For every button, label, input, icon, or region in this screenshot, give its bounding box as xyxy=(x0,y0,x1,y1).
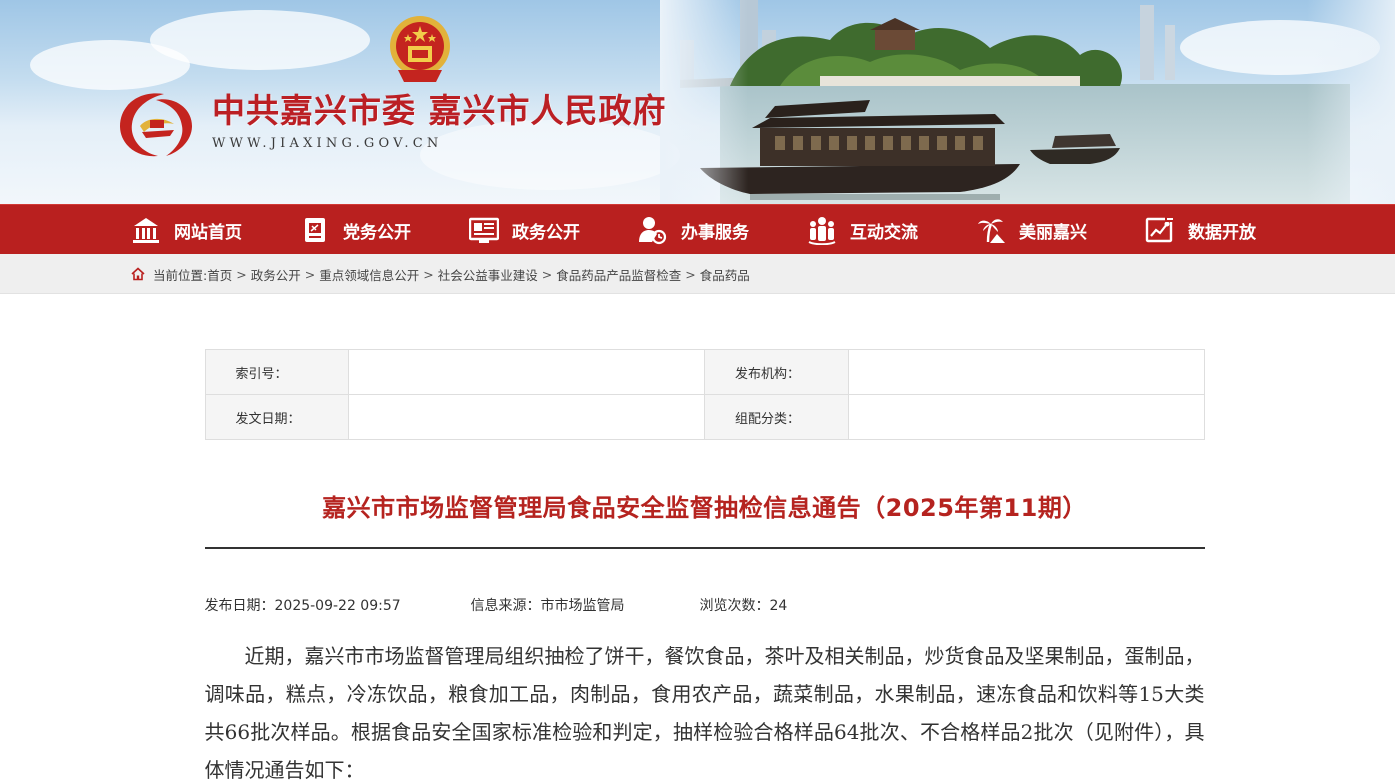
palm-tree-icon xyxy=(978,219,1005,243)
article-paragraph: 近期，嘉兴市市场监督管理局组织抽检了饼干，餐饮食品，茶叶及相关制品，炒货食品及坚… xyxy=(204,644,1205,782)
nav-item-services[interactable]: 办事服务 xyxy=(638,205,749,255)
article-title: 嘉兴市市场监督管理局食品安全监督抽检信息通告（2025年第11期） xyxy=(204,488,1205,549)
breadcrumb-link-food-drug[interactable]: 食品药品 xyxy=(700,265,750,284)
breadcrumb-separator: > xyxy=(423,266,434,282)
main-content: 索引号： 发布机构： 发文日期： 组配分类： 嘉兴市市场监督管理局食品安全监督抽… xyxy=(204,349,1205,783)
nav-item-beautiful-jiaxing[interactable]: 美丽嘉兴 xyxy=(976,205,1087,255)
building-icon xyxy=(133,218,159,243)
cloud-decoration xyxy=(30,40,190,90)
nav-item-home[interactable]: 网站首页 xyxy=(131,205,242,255)
nav-item-open-data[interactable]: 数据开放 xyxy=(1145,205,1256,255)
home-icon xyxy=(131,267,145,281)
publisher-label: 发布机构： xyxy=(703,349,849,395)
publisher-value xyxy=(847,349,1205,395)
breadcrumb-prefix: 当前位置: xyxy=(153,267,208,283)
site-url: WWW.JIAXING.GOV.CN xyxy=(212,136,443,151)
party-flag-icon xyxy=(305,218,325,242)
site-banner: 中共嘉兴市委 嘉兴市人民政府 WWW.JIAXING.GOV.CN xyxy=(0,0,1395,204)
document-board-icon xyxy=(469,217,499,243)
breadcrumb-link-government-affairs[interactable]: 政务公开 xyxy=(251,265,301,284)
data-chart-icon xyxy=(1145,216,1174,243)
category-label: 组配分类： xyxy=(703,394,849,440)
nav-item-interaction[interactable]: 互动交流 xyxy=(807,205,918,255)
breadcrumb-link-public-welfare[interactable]: 社会公益事业建设 xyxy=(438,265,538,284)
breadcrumb-separator: > xyxy=(236,266,247,282)
breadcrumb: 当前位置: 首页 > 政务公开 > 重点领域信息公开 > 社会公益事业建设 > … xyxy=(131,254,1395,294)
document-meta-table: 索引号： 发布机构： 发文日期： 组配分类： xyxy=(204,349,1205,440)
site-title: 中共嘉兴市委 嘉兴市人民政府 xyxy=(212,91,667,130)
breadcrumb-link-key-areas[interactable]: 重点领域信息公开 xyxy=(319,265,419,284)
meta-row: 发文日期： 组配分类： xyxy=(204,394,1205,440)
meta-row: 索引号： 发布机构： xyxy=(204,349,1205,395)
nav-label: 党务公开 xyxy=(343,222,411,243)
breadcrumb-separator: > xyxy=(685,266,696,282)
nav-label: 办事服务 xyxy=(681,222,749,243)
national-emblem-icon xyxy=(386,12,454,86)
breadcrumb-bar: 当前位置: 首页 > 政务公开 > 重点领域信息公开 > 社会公益事业建设 > … xyxy=(0,254,1395,294)
nav-item-government-affairs[interactable]: 政务公开 xyxy=(469,205,580,255)
main-nav: 网站首页 党务公开 政务公开 办事服务 互动交流 美丽嘉兴 数据开放 xyxy=(0,204,1395,254)
nav-label: 政务公开 xyxy=(512,222,580,243)
category-value xyxy=(847,394,1205,440)
publish-date: 发布日期：2025-09-22 09:57 xyxy=(204,598,401,614)
issue-date-label: 发文日期： xyxy=(204,394,350,440)
breadcrumb-link-food-drug-inspection[interactable]: 食品药品产品监督检查 xyxy=(556,265,681,284)
nav-label: 互动交流 xyxy=(850,222,918,243)
nav-label: 网站首页 xyxy=(174,222,242,243)
index-number-label: 索引号： xyxy=(204,349,350,395)
nav-label: 数据开放 xyxy=(1188,222,1256,243)
view-count: 浏览次数：24 xyxy=(699,598,788,614)
index-number-value xyxy=(348,349,705,395)
breadcrumb-separator: > xyxy=(304,266,316,282)
breadcrumb-separator: > xyxy=(541,266,553,282)
people-group-icon xyxy=(808,217,836,245)
nav-item-party-affairs[interactable]: 党务公开 xyxy=(300,205,411,255)
info-source: 信息来源：市市场监管局 xyxy=(470,598,625,614)
south-lake-red-boat-photo xyxy=(660,0,1395,204)
article-info: 发布日期：2025-09-22 09:57 信息来源：市市场监管局 浏览次数：2… xyxy=(205,595,1205,615)
breadcrumb-link-home[interactable]: 首页 xyxy=(207,265,232,284)
nav-label: 美丽嘉兴 xyxy=(1019,222,1087,243)
user-service-icon xyxy=(639,217,667,245)
party-emblem-logo xyxy=(116,86,198,162)
issue-date-value xyxy=(348,394,705,440)
